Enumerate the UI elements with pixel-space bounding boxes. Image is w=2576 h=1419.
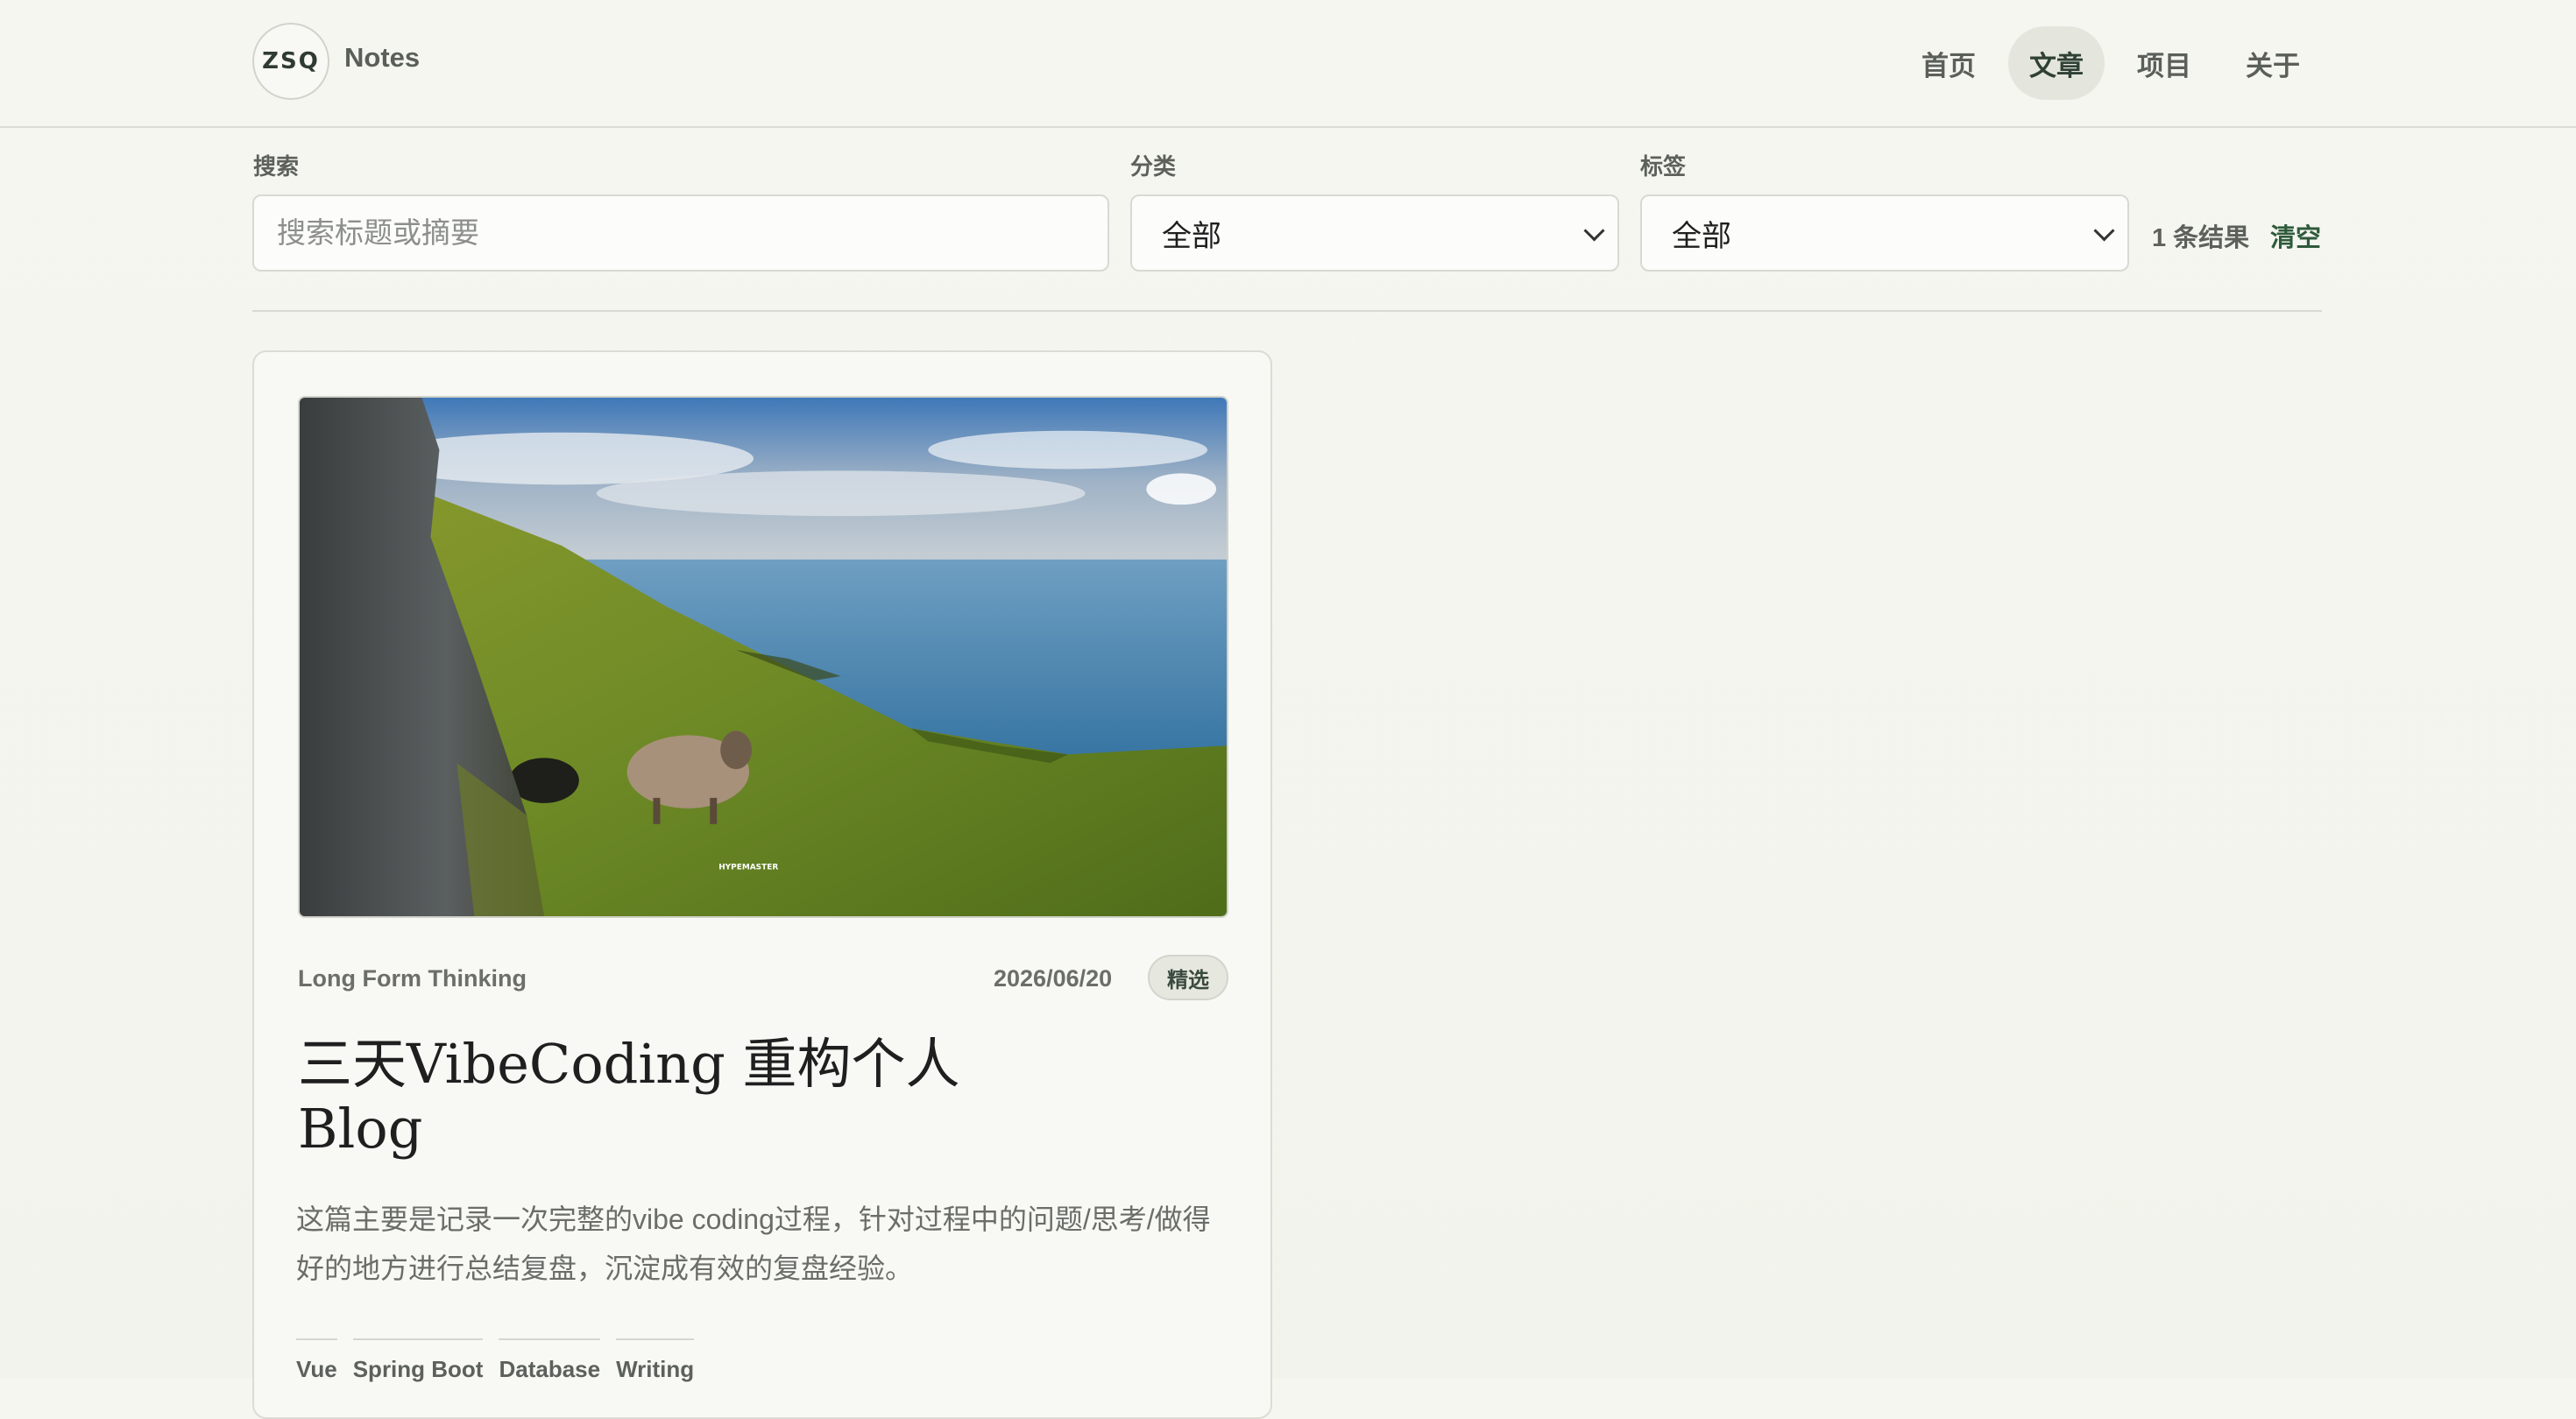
tag-label: 标签	[1640, 153, 1687, 180]
search-input[interactable]	[252, 194, 1109, 272]
featured-badge: 精选	[1148, 955, 1228, 1000]
result-count: 1 条结果	[2152, 224, 2250, 252]
post-tags: Vue Spring Boot Database Writing	[296, 1338, 695, 1383]
clear-filters-button[interactable]: 清空	[2270, 217, 2321, 254]
chevron-down-icon	[1583, 220, 1605, 242]
chevron-down-icon	[2093, 220, 2115, 242]
nav-item-about[interactable]: 关于	[2226, 26, 2320, 100]
post-summary: 这篇主要是记录一次完整的vibe coding过程，针对过程中的问题/思考/做得…	[296, 1204, 1211, 1284]
nav-item-articles[interactable]: 文章	[2008, 26, 2105, 100]
nav-item-home[interactable]: 首页	[1901, 26, 1996, 100]
post-category[interactable]: Long Form Thinking	[298, 965, 527, 992]
tag-select-value: 全部	[1672, 219, 1731, 253]
category-select-value: 全部	[1162, 219, 1221, 253]
tag-database[interactable]: Database	[499, 1338, 601, 1383]
category-select[interactable]: 全部	[1130, 194, 1619, 272]
cover-watermark: HYPEMASTER	[718, 863, 778, 872]
brand-name[interactable]: Notes	[344, 42, 420, 74]
post-date: 2026/06/20	[994, 965, 1113, 992]
nav-item-projects[interactable]: 项目	[2117, 26, 2212, 100]
tag-spring-boot[interactable]: Spring Boot	[352, 1338, 484, 1383]
category-label: 分类	[1130, 153, 1177, 180]
tag-select[interactable]: 全部	[1640, 194, 2129, 272]
filter-divider	[252, 310, 2322, 312]
tag-writing[interactable]: Writing	[616, 1338, 695, 1383]
post-title[interactable]: 三天VibeCoding 重构个人Blog	[298, 1032, 981, 1161]
search-label: 搜索	[253, 153, 300, 180]
tag-vue[interactable]: Vue	[296, 1338, 337, 1383]
site-logo[interactable]: ZSQ	[252, 23, 329, 100]
post-cover-image[interactable]: HYPEMASTER	[298, 396, 1228, 918]
site-header: ZSQ Notes 首页 文章 项目 关于	[0, 0, 2576, 128]
